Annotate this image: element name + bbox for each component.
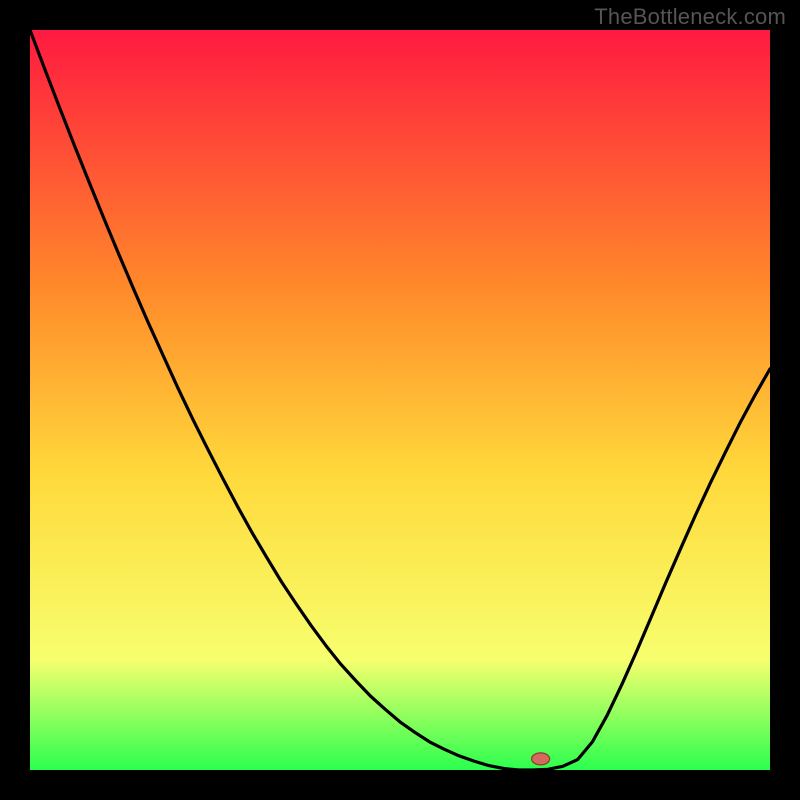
- watermark-text: TheBottleneck.com: [594, 4, 786, 30]
- gradient-background: [30, 30, 770, 770]
- optimal-point-marker: [532, 753, 550, 765]
- chart-frame: TheBottleneck.com: [0, 0, 800, 800]
- plot-area: [30, 30, 770, 770]
- bottleneck-chart: [30, 30, 770, 770]
